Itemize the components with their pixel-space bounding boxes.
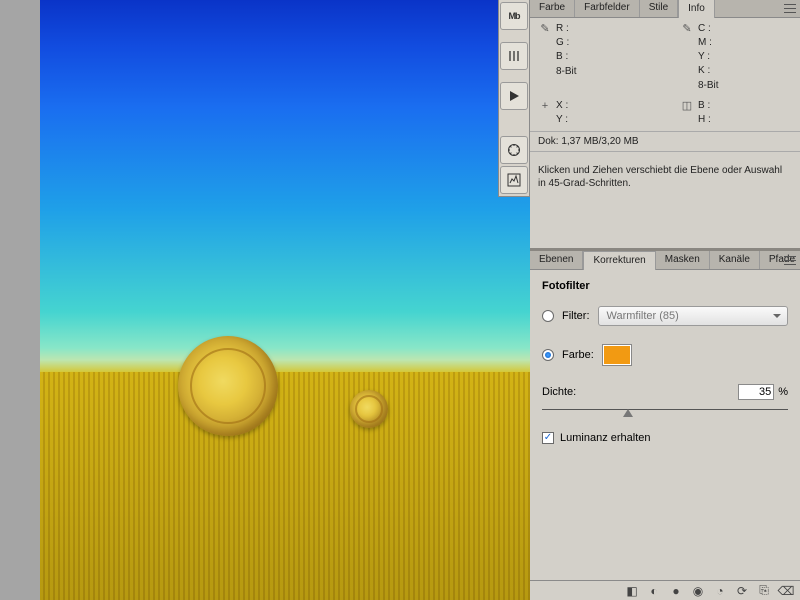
luminanz-checkbox[interactable] [542, 432, 554, 444]
visibility-icon[interactable]: ◉ [688, 584, 708, 598]
dichte-unit: % [778, 386, 788, 398]
dichte-slider[interactable] [542, 404, 788, 416]
dichte-input[interactable] [738, 384, 774, 400]
farbe-radio[interactable] [542, 349, 554, 361]
info-panel: ✎ R : G : B : 8-Bit ✎ C : M : Y : K : 8-… [530, 18, 800, 248]
image-haybale-small [350, 390, 388, 428]
crosshair-icon: + [538, 99, 552, 113]
info-panel-menu-icon[interactable] [782, 2, 798, 14]
tab-farbe[interactable]: Farbe [530, 0, 575, 17]
tab-stile[interactable]: Stile [640, 0, 678, 17]
reset-icon[interactable]: ⟳ [732, 584, 752, 598]
trash-icon[interactable]: ⌫ [776, 584, 796, 598]
filter-select[interactable]: Warmfilter (85) [598, 306, 789, 326]
info-y-label: Y : [698, 50, 710, 64]
dichte-label: Dichte: [542, 386, 738, 398]
info-docsize: Dok: 1,37 MB/3,20 MB [538, 136, 792, 147]
info-hoehe-label: H : [698, 113, 711, 127]
info-r-label: R : [556, 22, 569, 36]
document-canvas[interactable] [40, 0, 530, 600]
mb-button[interactable]: Mb [500, 2, 528, 30]
info-xy-block: + X : Y : [538, 99, 650, 127]
fotofilter-title: Fotofilter [542, 280, 788, 292]
compass-icon[interactable] [500, 136, 528, 164]
info-g-label: G : [556, 36, 569, 50]
korrekturen-tab-row: Ebenen Korrekturen Masken Kanäle Pfade [530, 252, 800, 270]
eyedropper-icon: ✎ [680, 22, 694, 36]
histogram-icon[interactable] [500, 166, 528, 194]
previous-icon[interactable]: ◔ [710, 584, 730, 598]
tab-ebenen[interactable]: Ebenen [530, 251, 583, 269]
info-tab-row: Farbe Farbfelder Stile Info [530, 0, 800, 18]
info-breite-label: B : [698, 99, 710, 113]
info-c-label: C : [698, 22, 711, 36]
korrekturen-panel-menu-icon[interactable] [782, 254, 798, 266]
info-rgb-bitdepth: 8-Bit [538, 66, 650, 77]
image-field [40, 372, 530, 600]
info-rgb-block: ✎ R : G : B : 8-Bit [538, 22, 650, 99]
farbe-label: Farbe: [562, 349, 594, 361]
info-doc-label: Dok: [538, 136, 559, 147]
tab-kanaele[interactable]: Kanäle [710, 251, 760, 269]
workspace-background [0, 0, 530, 600]
mask-mode-icon[interactable]: ◧ [622, 584, 642, 598]
info-hint-text: Klicken und Ziehen verschiebt die Ebene … [538, 164, 792, 190]
farbe-swatch[interactable] [602, 344, 632, 366]
info-cmyk-block: ✎ C : M : Y : K : 8-Bit [680, 22, 792, 99]
vertical-toolstrip: Mb [498, 0, 530, 197]
eyedropper-icon: ✎ [538, 22, 552, 36]
adjust-icon[interactable]: ◐ [644, 584, 664, 598]
brush-panel-icon[interactable] [500, 42, 528, 70]
filter-radio[interactable] [542, 310, 554, 322]
tab-korrekturen[interactable]: Korrekturen [583, 251, 655, 270]
tab-farbfelder[interactable]: Farbfelder [575, 0, 640, 17]
info-doc-value: 1,37 MB/3,20 MB [561, 136, 638, 147]
luminanz-label: Luminanz erhalten [560, 432, 651, 444]
info-k-label: K : [698, 64, 710, 78]
info-b-label: B : [556, 50, 568, 64]
korrekturen-bottom-bar: ◧ ◐ ● ◉ ◔ ⟳ ⎘ ⌫ [530, 580, 800, 600]
info-bh-block: ◫ B : H : [680, 99, 792, 127]
new-icon[interactable]: ⎘ [754, 583, 774, 598]
info-cmyk-bitdepth: 8-Bit [680, 80, 792, 91]
info-y-label: Y : [556, 113, 568, 127]
filter-label: Filter: [562, 310, 590, 322]
image-haybale-large [178, 336, 278, 436]
info-m-label: M : [698, 36, 712, 50]
right-panel-column: Farbe Farbfelder Stile Info ✎ R : G : B … [530, 0, 800, 600]
filter-select-value: Warmfilter (85) [607, 310, 679, 322]
info-x-label: X : [556, 99, 568, 113]
dichte-slider-thumb[interactable] [623, 404, 633, 417]
tab-masken[interactable]: Masken [656, 251, 710, 269]
marquee-icon: ◫ [680, 99, 694, 113]
tab-info[interactable]: Info [678, 0, 715, 18]
clip-icon[interactable]: ● [666, 584, 686, 598]
korrekturen-panel: Fotofilter Filter: Warmfilter (85) Farbe… [530, 270, 800, 600]
play-icon[interactable] [500, 82, 528, 110]
